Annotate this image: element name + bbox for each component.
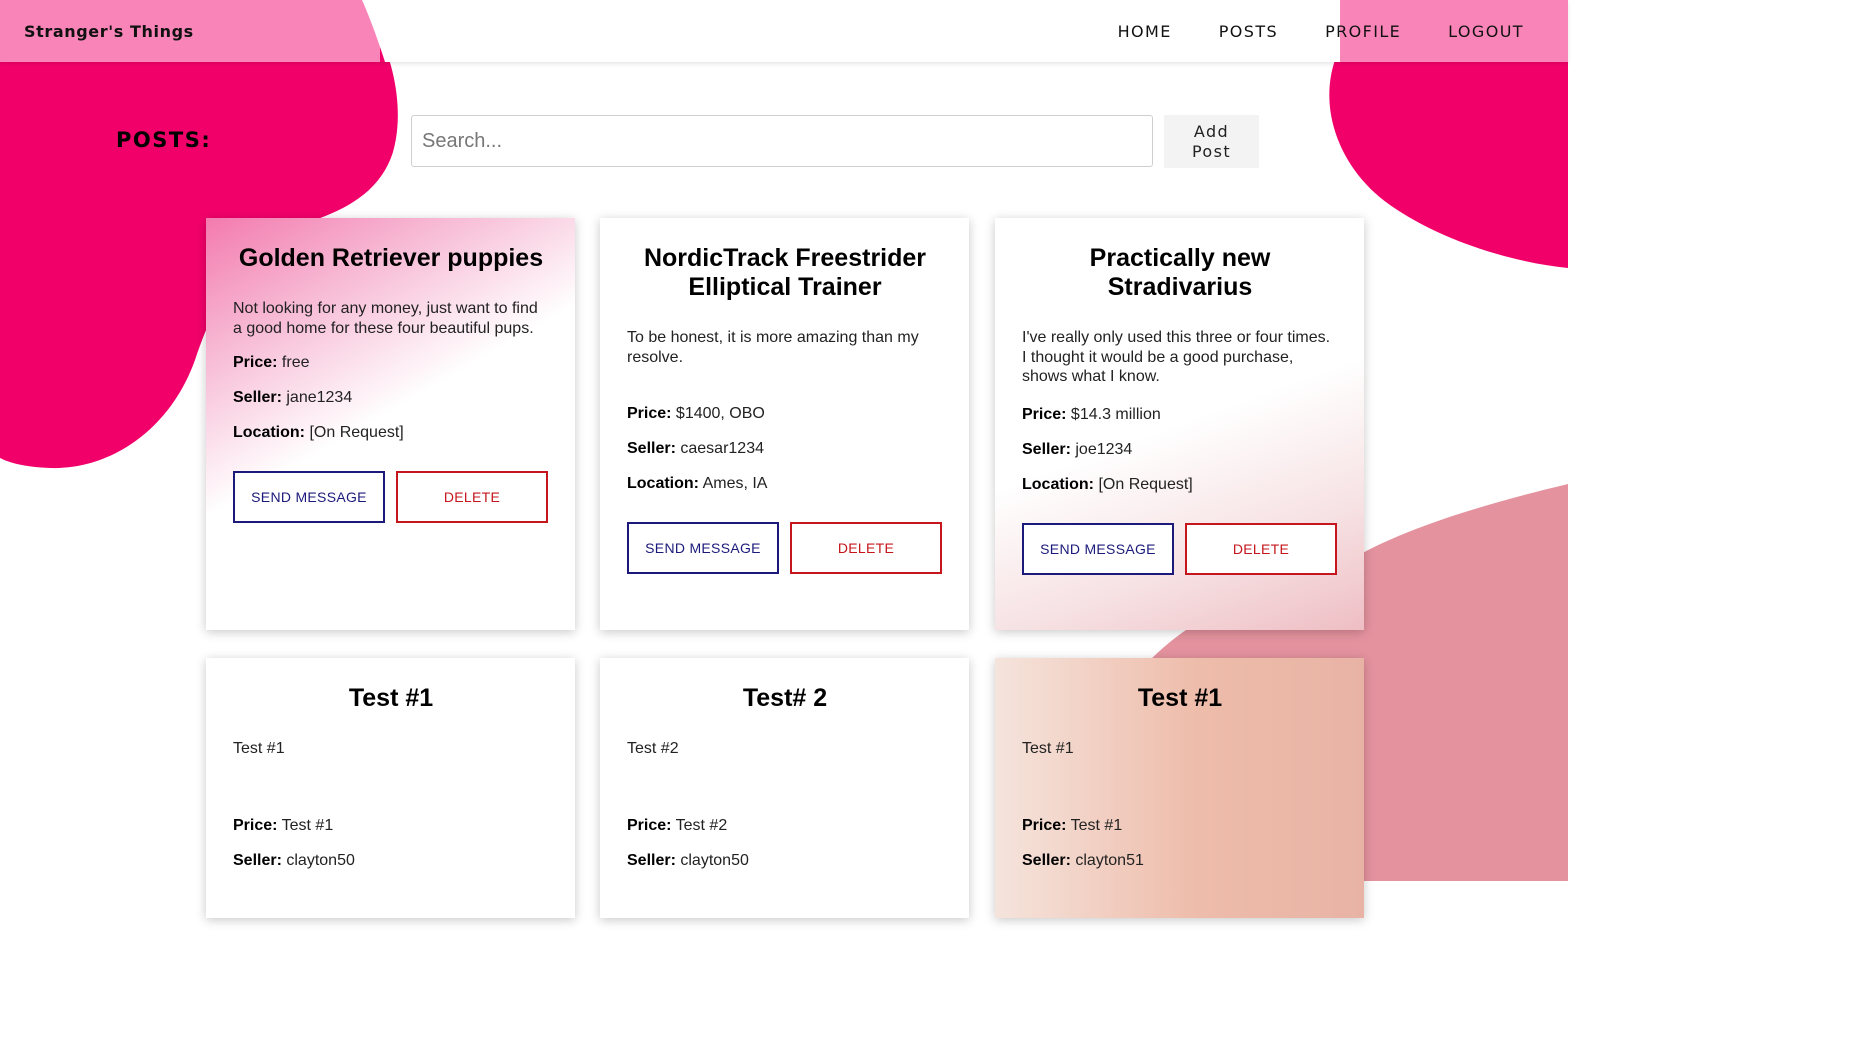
post-price: Price: Test #2 [627, 816, 943, 835]
seller-label: Seller: [233, 851, 282, 869]
post-description: Test #1 [233, 740, 285, 757]
seller-value: caesar1234 [680, 440, 764, 457]
location-value: [On Request] [1098, 475, 1193, 493]
price-value: Test #2 [675, 816, 728, 834]
seller-value: clayton50 [680, 851, 749, 869]
nav-logout-link[interactable]: LOGOUT [1448, 22, 1524, 41]
post-card: Practically new Stradivarius I've really… [995, 218, 1364, 630]
nav-home-link[interactable]: HOME [1118, 22, 1172, 41]
post-description: I've really only used this three or four… [1022, 329, 1331, 385]
post-description: Not looking for any money, just want to … [233, 300, 538, 337]
delete-button[interactable]: DELETE [790, 522, 942, 574]
price-value: free [281, 354, 310, 371]
post-title: NordicTrack Freestrider Elliptical Train… [643, 244, 927, 301]
price-value: $1400, OBO [675, 405, 765, 422]
post-title: Test# 2 [742, 684, 828, 712]
post-card: NordicTrack Freestrider Elliptical Train… [600, 218, 969, 630]
search-input[interactable] [411, 115, 1153, 167]
post-title: Practically new Stradivarius [1089, 244, 1271, 301]
seller-label: Seller: [1022, 851, 1071, 869]
navbar: Stranger's Things HOME POSTS PROFILE LOG… [0, 0, 1568, 62]
nav-links: HOME POSTS PROFILE LOGOUT [1071, 22, 1524, 41]
nav-profile-link[interactable]: PROFILE [1325, 22, 1401, 41]
post-location: Location: [On Request] [1022, 475, 1338, 494]
send-message-button[interactable]: SEND MESSAGE [627, 522, 779, 574]
post-seller: Seller: clayton50 [627, 851, 943, 870]
seller-value: jane1234 [286, 389, 353, 406]
post-description: Test #1 [1022, 740, 1074, 757]
post-seller: Seller: jane1234 [233, 388, 549, 407]
price-label: Price: [233, 816, 278, 834]
post-actions: SEND MESSAGE DELETE [233, 471, 549, 523]
price-value: Test #1 [1070, 816, 1123, 834]
post-description: Test #2 [627, 740, 679, 757]
location-label: Location: [233, 424, 305, 441]
location-label: Location: [627, 475, 699, 492]
location-value: Ames, IA [702, 475, 768, 492]
post-seller: Seller: caesar1234 [627, 439, 943, 458]
post-seller: Seller: clayton51 [1022, 851, 1338, 870]
post-title: Golden Retriever puppies [238, 244, 544, 272]
post-title: Test #1 [348, 684, 434, 712]
post-price: Price: Test #1 [1022, 816, 1338, 835]
seller-value: clayton51 [1075, 851, 1144, 869]
post-seller: Seller: clayton50 [233, 851, 549, 870]
post-seller: Seller: joe1234 [1022, 440, 1338, 459]
post-description: To be honest, it is more amazing than my… [627, 329, 919, 366]
post-price: Price: Test #1 [233, 816, 549, 835]
add-post-button[interactable]: Add Post [1164, 115, 1259, 168]
seller-label: Seller: [627, 851, 676, 869]
post-price: Price: free [233, 353, 549, 372]
post-actions: SEND MESSAGE DELETE [1022, 522, 1338, 575]
location-label: Location: [1022, 475, 1094, 493]
location-value: [On Request] [309, 424, 404, 441]
seller-label: Seller: [233, 389, 282, 406]
post-card: Test #1 Test #1 Price: Test #1 Seller: c… [206, 658, 575, 918]
seller-value: clayton50 [286, 851, 355, 869]
post-location: Location: [On Request] [233, 423, 549, 442]
post-card: Golden Retriever puppies Not looking for… [206, 218, 575, 630]
seller-label: Seller: [1022, 440, 1071, 458]
price-label: Price: [627, 405, 672, 422]
post-location: Location: Ames, IA [627, 474, 943, 493]
page-title: POSTS: [116, 128, 212, 152]
post-price: Price: $1400, OBO [627, 404, 943, 423]
delete-button[interactable]: DELETE [1185, 522, 1337, 575]
price-label: Price: [1022, 816, 1067, 834]
price-value: Test #1 [281, 816, 334, 834]
price-label: Price: [1022, 405, 1067, 423]
send-message-button[interactable]: SEND MESSAGE [233, 471, 385, 523]
price-label: Price: [233, 354, 278, 371]
price-label: Price: [627, 816, 672, 834]
brand-title[interactable]: Stranger's Things [24, 22, 194, 41]
send-message-button[interactable]: SEND MESSAGE [1022, 522, 1174, 575]
post-price: Price: $14.3 million [1022, 405, 1338, 424]
seller-value: joe1234 [1075, 440, 1133, 458]
nav-posts-link[interactable]: POSTS [1219, 22, 1278, 41]
seller-label: Seller: [627, 440, 676, 457]
post-card: Test #1 Test #1 Price: Test #1 Seller: c… [995, 658, 1364, 918]
price-value: $14.3 million [1070, 405, 1161, 423]
delete-button[interactable]: DELETE [396, 471, 548, 523]
post-card: Test# 2 Test #2 Price: Test #2 Seller: c… [600, 658, 969, 918]
post-title: Test #1 [1137, 684, 1223, 712]
post-actions: SEND MESSAGE DELETE [627, 522, 943, 574]
